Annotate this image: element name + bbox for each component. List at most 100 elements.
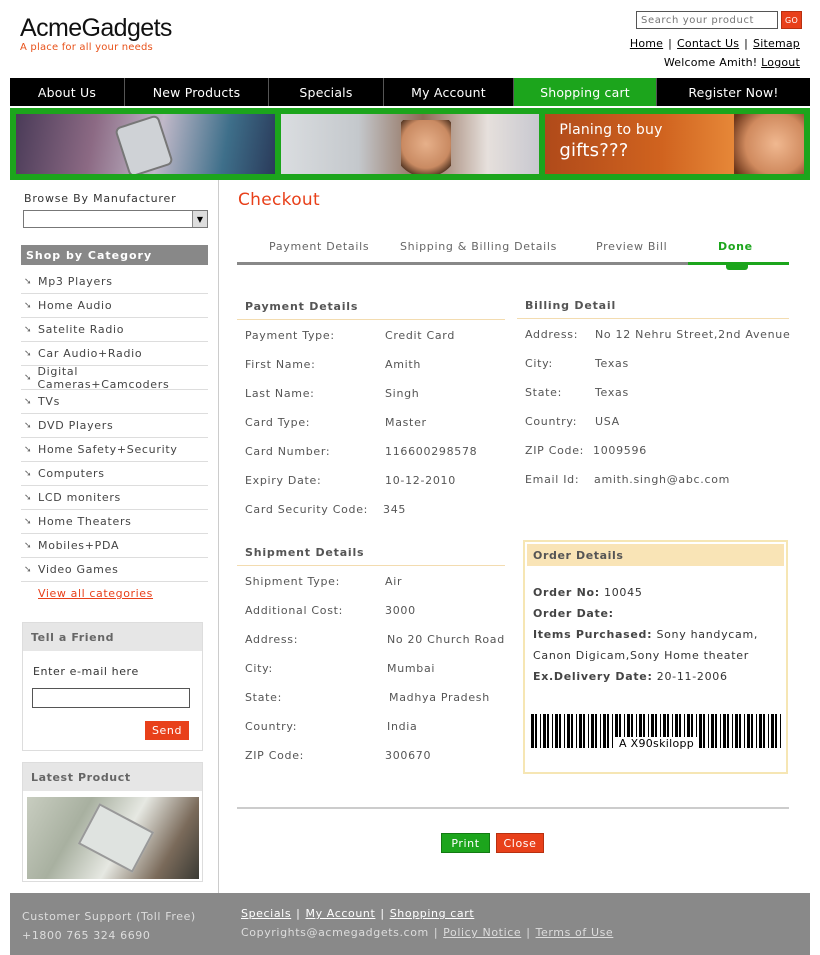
- manufacturer-select[interactable]: ▼: [23, 210, 208, 228]
- home-link[interactable]: Home: [630, 37, 663, 50]
- contact-us-link[interactable]: Contact Us: [677, 37, 739, 50]
- barcode-bar: [564, 714, 565, 748]
- checkout-steps: Payment Details Shipping & Billing Detai…: [237, 240, 789, 270]
- category-item[interactable]: ➘ LCD moniters: [21, 486, 208, 510]
- customer-support: Customer Support (Toll Free) +1800 765 3…: [22, 907, 196, 945]
- footer-links: Specials | My Account | Shopping cart: [241, 907, 475, 920]
- step-done[interactable]: Done: [718, 240, 753, 253]
- print-button[interactable]: Print: [441, 833, 490, 853]
- category-label: Home Audio: [38, 299, 113, 312]
- category-item[interactable]: ➘ Satelite Radio: [21, 318, 208, 342]
- promo-line-1: Planing to buy: [559, 122, 663, 138]
- barcode-bar: [552, 714, 553, 748]
- category-item[interactable]: ➘ Home Safety+Security: [21, 438, 208, 462]
- nav-shopping-cart[interactable]: Shopping cart: [514, 78, 657, 106]
- order-details-box: Order Details Order No: 10045 Order Date…: [523, 540, 788, 774]
- logo[interactable]: AcmeGadgets A place for all your needs: [20, 14, 172, 53]
- field-value: 1009596: [593, 444, 647, 457]
- delivery-date-label: Ex.Delivery Date:: [533, 670, 653, 683]
- barcode-bar: [739, 714, 741, 748]
- field-label: Card Number:: [245, 445, 331, 458]
- arrow-bullet-icon: ➘: [24, 564, 33, 575]
- field-value: Texas: [595, 357, 629, 370]
- step-preview-bill[interactable]: Preview Bill: [596, 240, 667, 253]
- field-value: 116600298578: [385, 445, 478, 458]
- barcode-bar: [600, 714, 601, 748]
- sitemap-link[interactable]: Sitemap: [753, 37, 800, 50]
- arrow-bullet-icon: ➘: [24, 372, 33, 383]
- category-item[interactable]: ➘ Mobiles+PDA: [21, 534, 208, 558]
- footer-shopping-cart-link[interactable]: Shopping cart: [390, 907, 475, 920]
- field-value: amith.singh@abc.com: [594, 473, 731, 486]
- woman-photo: [400, 120, 451, 174]
- category-item[interactable]: ➘ Car Audio+Radio: [21, 342, 208, 366]
- step-shipping-billing[interactable]: Shipping & Billing Details: [400, 240, 557, 253]
- field-label: City:: [245, 662, 273, 675]
- latest-product-image[interactable]: [27, 797, 199, 879]
- chevron-down-icon[interactable]: ▼: [192, 211, 207, 227]
- category-heading: Shop by Category: [21, 245, 208, 265]
- browse-label: Browse By Manufacturer: [24, 192, 177, 205]
- barcode-bar: [720, 714, 721, 748]
- policy-notice-link[interactable]: Policy Notice: [443, 926, 521, 939]
- logout-link[interactable]: Logout: [761, 56, 800, 69]
- nav-about-us[interactable]: About Us: [10, 78, 125, 106]
- field-value: Mumbai: [387, 662, 436, 675]
- field-label: Payment Type:: [245, 329, 335, 342]
- nav-register-now[interactable]: Register Now!: [657, 78, 810, 106]
- friend-email-input[interactable]: [32, 688, 190, 708]
- barcode-bar: [591, 714, 594, 748]
- category-item[interactable]: ➘ Digital Cameras+Camcoders: [21, 364, 208, 391]
- payment-details-heading: Payment Details: [245, 300, 359, 313]
- tell-a-friend-heading: Tell a Friend: [23, 623, 202, 651]
- category-label: Home Theaters: [38, 515, 132, 528]
- view-all-categories: View all categories: [38, 587, 153, 600]
- category-item[interactable]: ➘ Computers: [21, 462, 208, 486]
- step-payment-details[interactable]: Payment Details: [269, 240, 369, 253]
- category-item[interactable]: ➘ Home Theaters: [21, 510, 208, 534]
- field-value: Texas: [595, 386, 629, 399]
- barcode-bar: [588, 714, 589, 748]
- field-label: Card Type:: [245, 416, 311, 429]
- search-go-button[interactable]: GO: [781, 11, 802, 29]
- field-label: Additional Cost:: [245, 604, 344, 617]
- nav-my-account[interactable]: My Account: [384, 78, 514, 106]
- footer-my-account-link[interactable]: My Account: [305, 907, 375, 920]
- order-number-value: 10045: [604, 586, 643, 599]
- category-item[interactable]: ➘ Home Audio: [21, 294, 208, 318]
- field-value: 345: [383, 503, 407, 516]
- pda-device-image: [77, 803, 155, 873]
- welcome-text: Welcome Amith!: [663, 56, 758, 69]
- nav-specials[interactable]: Specials: [269, 78, 384, 106]
- woman-face-photo: [734, 114, 805, 174]
- barcode-bar: [727, 714, 729, 748]
- barcode-bar: [744, 714, 745, 748]
- category-item[interactable]: ➘ TVs: [21, 390, 208, 414]
- footer-specials-link[interactable]: Specials: [241, 907, 291, 920]
- arrow-bullet-icon: ➘: [24, 516, 33, 527]
- category-item[interactable]: ➘ DVD Players: [21, 414, 208, 438]
- barcode-bar: [531, 714, 534, 748]
- send-button[interactable]: Send: [145, 721, 189, 740]
- category-label: Digital Cameras+Camcoders: [37, 364, 170, 391]
- terms-of-use-link[interactable]: Terms of Use: [536, 926, 614, 939]
- close-button[interactable]: Close: [496, 833, 544, 853]
- arrow-bullet-icon: ➘: [24, 396, 33, 407]
- barcode-bar: [723, 714, 726, 748]
- barcode-bar: [603, 714, 606, 748]
- order-details-heading: Order Details: [527, 544, 784, 566]
- arrow-bullet-icon: ➘: [24, 276, 33, 287]
- search-input[interactable]: [636, 11, 778, 29]
- view-all-categories-link[interactable]: View all categories: [38, 587, 153, 600]
- category-item[interactable]: ➘ Mp3 Players: [21, 270, 208, 294]
- category-item[interactable]: ➘ Video Games: [21, 558, 208, 582]
- banner-image-phone: [16, 114, 275, 174]
- banner-image-gifts[interactable]: Planing to buy gifts???: [545, 114, 805, 174]
- support-phone: +1800 765 324 6690: [22, 929, 151, 942]
- footer: Customer Support (Toll Free) +1800 765 3…: [10, 893, 810, 955]
- field-label: Country:: [245, 720, 298, 733]
- barcode-bar: [771, 714, 774, 748]
- barcode-bar: [775, 714, 777, 748]
- nav-new-products[interactable]: New Products: [125, 78, 269, 106]
- barcode-bar: [747, 714, 750, 748]
